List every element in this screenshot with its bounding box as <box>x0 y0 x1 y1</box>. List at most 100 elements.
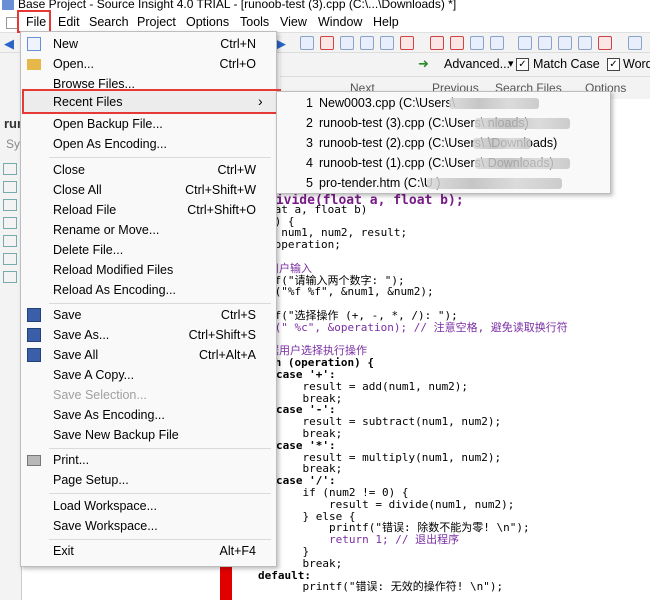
code-line: f(" %c", &operation); // 注意空格, 避免读取换行符 <box>268 320 568 334</box>
toolbar-btn-16-icon[interactable] <box>628 36 642 50</box>
tree-item-icon[interactable] <box>3 253 17 265</box>
toolbar-btn-8-icon[interactable] <box>450 36 464 50</box>
tree-item-icon[interactable] <box>3 235 17 247</box>
title-bar: Base Project - Source Insight 4.0 TRIAL … <box>0 0 650 12</box>
code-text[interactable]: oat a, float b)() {t num1, num2, result;… <box>238 192 568 593</box>
menu-search[interactable]: Search <box>89 15 129 29</box>
advanced-button[interactable]: Advanced... <box>444 57 510 71</box>
redacted-path <box>475 118 570 129</box>
tree-item-icon[interactable] <box>3 199 17 211</box>
menu-item-print[interactable]: Print... <box>21 450 276 470</box>
code-line: printf("错误: 无效的操作符! \n"); <box>276 580 504 594</box>
recent-files-label: Recent Files <box>53 95 123 109</box>
menu-help[interactable]: Help <box>373 15 399 29</box>
menu-item-exit[interactable]: Exit Alt+F4 <box>21 541 276 561</box>
tree-item-icon[interactable] <box>3 163 17 175</box>
forward-arrow-icon[interactable]: ▶ <box>276 36 290 51</box>
match-case-checkbox[interactable]: ✓ <box>516 58 529 71</box>
search-toolbar: ➜ Advanced... ▾ ✓ Match Case ✓ Word <box>280 53 650 77</box>
left-panel: run Sy <box>0 53 25 600</box>
menu-edit[interactable]: Edit <box>58 15 80 29</box>
menu-item-reload-encoding[interactable]: Reload As Encoding... <box>21 280 276 300</box>
toolbar-btn-4-icon[interactable] <box>360 36 374 50</box>
submenu-arrow-icon: › <box>258 93 263 109</box>
recent-files-highlight[interactable]: Recent Files › <box>22 89 281 114</box>
menu-item-open-encoding[interactable]: Open As Encoding... <box>21 134 276 154</box>
recent-file-item[interactable]: 4 runoob-test (1).cpp (C:\Users\ Download… <box>277 153 610 173</box>
menu-item-close[interactable]: Close Ctrl+W <box>21 160 276 180</box>
menu-separator <box>49 157 271 158</box>
code-line: case '+': <box>276 367 336 381</box>
menu-separator <box>49 493 271 494</box>
menu-project[interactable]: Project <box>137 15 176 29</box>
menu-item-reload-modified[interactable]: Reload Modified Files <box>21 260 276 280</box>
window-title: Base Project - Source Insight 4.0 TRIAL … <box>18 0 457 11</box>
menu-item-load-workspace[interactable]: Load Workspace... <box>21 496 276 516</box>
save-all-icon <box>27 348 41 362</box>
menu-item-rename[interactable]: Rename or Move... <box>21 220 276 240</box>
menu-view[interactable]: View <box>280 15 307 29</box>
go-arrow-icon[interactable]: ➜ <box>418 56 429 72</box>
symbol-filter-input[interactable]: Sy <box>6 137 20 151</box>
code-line: result = divide(num1, num2); <box>276 497 515 511</box>
toolbar-btn-3-icon[interactable] <box>340 36 354 50</box>
recent-file-item[interactable]: 1 New0003.cpp (C:\Users\ <box>277 93 610 113</box>
menu-options[interactable]: Options <box>186 15 229 29</box>
menu-item-close-all[interactable]: Close All Ctrl+Shift+W <box>21 180 276 200</box>
toolbar-btn-1-icon[interactable] <box>300 36 314 50</box>
redacted-path <box>473 138 531 149</box>
menu-item-save-copy[interactable]: Save A Copy... <box>21 365 276 385</box>
toolbar-btn-13-icon[interactable] <box>558 36 572 50</box>
word-checkbox[interactable]: ✓ <box>607 58 620 71</box>
toolbar-btn-14-icon[interactable] <box>578 36 592 50</box>
code-line: if (num2 != 0) { <box>276 485 409 499</box>
toolbar-btn-12-icon[interactable] <box>538 36 552 50</box>
menu-item-save-as[interactable]: Save As... Ctrl+Shift+S <box>21 325 276 345</box>
menu-item-new[interactable]: New Ctrl+N <box>21 34 276 54</box>
recent-file-item[interactable]: 2 runoob-test (3).cpp (C:\Users\ nloads) <box>277 113 610 133</box>
tree-item-icon[interactable] <box>3 217 17 229</box>
redacted-path <box>427 178 562 189</box>
menu-item-save[interactable]: Save Ctrl+S <box>21 305 276 325</box>
menu-item-save-selection: Save Selection... <box>53 388 147 402</box>
code-line: tf("选择操作 (+, -, *, /): "); <box>268 308 458 322</box>
dropdown-arrow-icon[interactable]: ▾ <box>508 57 514 70</box>
tree-item-icon[interactable] <box>3 271 17 283</box>
recent-file-item[interactable]: 5 pro-tender.htm (C:\U ) <box>277 173 610 193</box>
toolbar-btn-7-icon[interactable] <box>430 36 444 50</box>
file-menu-highlight <box>17 10 51 33</box>
save-as-icon <box>27 328 41 342</box>
menu-item-delete[interactable]: Delete File... <box>21 240 276 260</box>
menu-item-save-all[interactable]: Save All Ctrl+Alt+A <box>21 345 276 365</box>
toolbar-btn-9-icon[interactable] <box>470 36 484 50</box>
menu-item-reload-file[interactable]: Reload File Ctrl+Shift+O <box>21 200 276 220</box>
menu-item-save-workspace[interactable]: Save Workspace... <box>21 516 276 536</box>
menu-window[interactable]: Window <box>318 15 362 29</box>
code-line: oat a, float b) <box>268 202 368 216</box>
printer-icon <box>27 455 41 466</box>
code-line: case '*': <box>276 438 336 452</box>
toolbar-btn-5-icon[interactable] <box>380 36 394 50</box>
code-line: operation; <box>268 238 341 252</box>
redacted-path <box>475 158 570 169</box>
menu-item-save-new-backup[interactable]: Save New Backup File <box>21 425 276 445</box>
toolbar-btn-2-icon[interactable] <box>320 36 334 50</box>
toolbar-btn-6-icon[interactable] <box>400 36 414 50</box>
back-arrow-icon[interactable]: ◀ <box>4 36 18 51</box>
toolbar-btn-10-icon[interactable] <box>490 36 504 50</box>
menu-item-save-encoding[interactable]: Save As Encoding... <box>21 405 276 425</box>
recent-file-item[interactable]: 3 runoob-test (2).cpp (C:\Users\ \Downloa… <box>277 133 610 153</box>
menu-item-page-setup[interactable]: Page Setup... <box>21 470 276 490</box>
code-line: 用户输入 <box>268 261 312 275</box>
menu-tools[interactable]: Tools <box>240 15 269 29</box>
menu-separator <box>49 539 271 540</box>
toolbar-btn-11-icon[interactable] <box>518 36 532 50</box>
code-line: f("%f %f", &num1, &num2); <box>268 285 434 299</box>
tree-item-icon[interactable] <box>3 181 17 193</box>
toolbar-btn-15-icon[interactable] <box>598 36 612 50</box>
save-disk-icon <box>27 308 41 322</box>
menu-item-open[interactable]: Open... Ctrl+O <box>21 54 276 74</box>
redacted-path <box>449 98 539 109</box>
menu-item-open-backup[interactable]: Open Backup File... <box>21 114 276 134</box>
